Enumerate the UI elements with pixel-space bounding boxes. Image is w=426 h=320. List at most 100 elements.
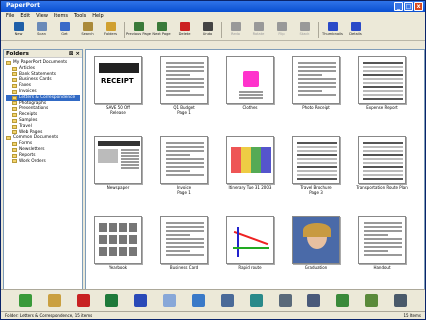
toolbar-flip-button[interactable]: Flip <box>270 20 293 40</box>
toolbar-label: Rotate <box>252 32 265 36</box>
paint-icon[interactable] <box>47 294 61 307</box>
document-thumbnail[interactable]: Clothes <box>222 56 278 116</box>
thumbnail-caption: Transportation Route Plan <box>356 185 408 190</box>
document-thumbnail[interactable]: RECEIPT SAVE 50 Off Release <box>90 56 146 116</box>
toolbar-next-page-button[interactable]: Next Page <box>150 20 173 40</box>
folder-icon <box>12 84 17 89</box>
recycle-icon[interactable] <box>336 294 350 307</box>
send-to-bar <box>1 289 425 311</box>
page-preview <box>94 216 142 264</box>
toolbar-rotate-button[interactable]: Rotate <box>247 20 270 40</box>
globe-icon[interactable] <box>249 294 263 307</box>
folders-pane: Folders ⊠ × My PaperPort Documents Article… <box>3 49 83 299</box>
page-preview <box>160 136 208 184</box>
satellite-icon[interactable] <box>220 294 234 307</box>
stack-icon <box>299 22 310 31</box>
folder-icon <box>12 118 17 123</box>
next-page-icon <box>156 22 167 31</box>
page-preview <box>358 56 406 104</box>
document-thumbnail[interactable]: Graduation <box>288 216 344 276</box>
menu-items[interactable]: Items <box>54 13 68 19</box>
outlook-icon[interactable] <box>191 294 205 307</box>
toolbar-label: Redo <box>230 32 241 36</box>
toolbar-get-button[interactable]: Get <box>53 20 76 40</box>
toolbar-redo-button[interactable]: Redo <box>224 20 247 40</box>
document-thumbnail[interactable]: Rapid route <box>222 216 278 276</box>
thumbnail-caption: Q1 Budget Page 1 <box>173 105 195 115</box>
notepad-icon[interactable] <box>163 294 177 307</box>
thumbnail-caption: Newspaper <box>106 185 130 190</box>
clipboard-icon[interactable] <box>365 294 379 307</box>
page-preview <box>292 136 340 184</box>
thumbnail-caption: Graduation <box>304 265 328 270</box>
menu-help[interactable]: Help <box>92 13 103 19</box>
document-thumbnail[interactable]: Business Card <box>156 216 212 276</box>
toolbar-search-button[interactable]: Search <box>76 20 99 40</box>
page-preview <box>160 56 208 104</box>
menu-file[interactable]: File <box>6 13 14 19</box>
folder-item[interactable]: Work Orders <box>6 159 80 165</box>
excel-icon[interactable] <box>105 294 119 307</box>
folder-icon <box>12 147 17 152</box>
page-preview <box>292 216 340 264</box>
folder-icon <box>12 124 17 129</box>
document-thumbnail[interactable]: Yearbook <box>90 216 146 276</box>
toolbar-separator <box>221 22 222 38</box>
toolbar: New Scan Get Search Folders Previous Page Next… <box>1 20 425 41</box>
close-pane-icon[interactable]: ⊠ × <box>69 51 80 57</box>
menu-view[interactable]: View <box>36 13 48 19</box>
menu-tools[interactable]: Tools <box>74 13 86 19</box>
flip-icon <box>276 22 287 31</box>
fax-icon[interactable] <box>278 294 292 307</box>
paperport-icon[interactable] <box>18 294 32 307</box>
print-icon[interactable] <box>393 294 407 307</box>
minimize-button[interactable]: _ <box>394 2 403 11</box>
toolbar-new-button[interactable]: New <box>7 20 30 40</box>
document-thumbnail[interactable]: Q1 Budget Page 1 <box>156 56 212 116</box>
details-icon <box>350 22 361 31</box>
document-thumbnail[interactable]: Handout <box>354 216 410 276</box>
desktop-thumbnails: RECEIPT SAVE 50 Off Release Q1 Budget Page 1… <box>85 49 425 299</box>
document-thumbnail[interactable]: Newspaper <box>90 136 146 196</box>
rotate-icon <box>253 22 264 31</box>
toolbar-delete-button[interactable]: Delete <box>173 20 196 40</box>
document-thumbnail[interactable]: Transportation Route Plan <box>354 136 410 196</box>
folder-icon <box>6 136 11 141</box>
word-icon[interactable] <box>134 294 148 307</box>
app-window: PaperPort _ □ x File Edit View Items Tools He… <box>0 0 426 320</box>
toolbar-stack-button[interactable]: Stack <box>293 20 316 40</box>
document-thumbnail[interactable]: Photo Receipt <box>288 56 344 116</box>
toolbar-details-button[interactable]: Details <box>344 20 367 40</box>
document-thumbnail[interactable]: Expense Report <box>354 56 410 116</box>
toolbar-scan-button[interactable]: Scan <box>30 20 53 40</box>
printer-icon[interactable] <box>307 294 321 307</box>
page-preview <box>358 136 406 184</box>
toolbar-label: New <box>14 32 23 36</box>
document-thumbnail[interactable]: Itinerary Tue 31 2003 <box>222 136 278 196</box>
thumbnail-caption: Handout <box>373 265 391 270</box>
get-icon <box>59 22 70 31</box>
menu-bar: File Edit View Items Tools Help <box>1 12 425 20</box>
document-thumbnail[interactable]: Travel Brochure Page 3 <box>288 136 344 196</box>
toolbar-label: Search <box>81 32 94 36</box>
maximize-button[interactable]: □ <box>404 2 413 11</box>
menu-edit[interactable]: Edit <box>20 13 30 19</box>
toolbar-undo-button[interactable]: Undo <box>196 20 219 40</box>
folder-icon <box>12 72 17 77</box>
toolbar-folders-button[interactable]: Folders <box>99 20 122 40</box>
thumbnail-caption: Rapid route <box>238 265 262 270</box>
folder-icon <box>6 60 11 65</box>
folder-label: Work Orders <box>19 158 46 164</box>
window-title: PaperPort <box>6 2 40 9</box>
toolbar-thumbnails-button[interactable]: Thumbnails <box>321 20 344 40</box>
toolbar-previous-page-button[interactable]: Previous Page <box>126 20 151 40</box>
close-button[interactable]: x <box>414 2 423 11</box>
folder-icon <box>12 95 17 100</box>
undo-icon <box>202 22 213 31</box>
thumbnail-caption: SAVE 50 Off Release <box>106 105 130 115</box>
acrobat-icon[interactable] <box>76 294 90 307</box>
document-thumbnail[interactable]: Invoice Page 1 <box>156 136 212 196</box>
toolbar-label: Details <box>349 32 362 36</box>
toolbar-label: Undo <box>202 32 213 36</box>
thumbnail-caption: Photo Receipt <box>302 105 330 110</box>
